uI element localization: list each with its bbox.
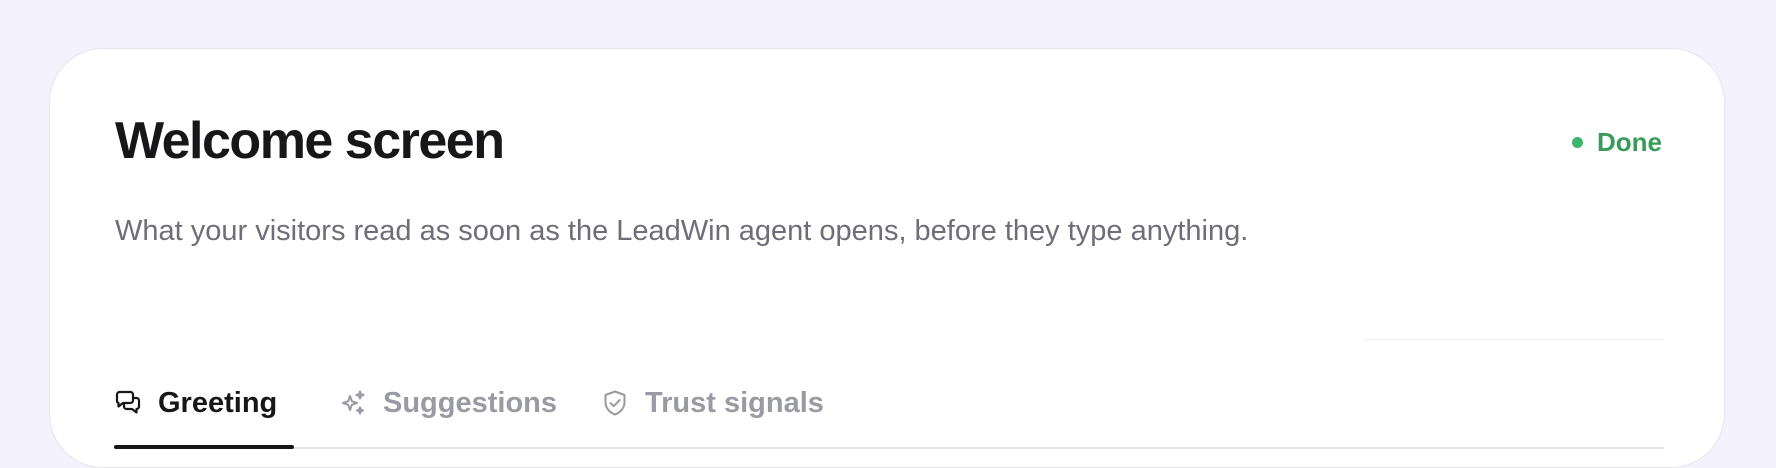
- status-label: Done: [1597, 127, 1662, 157]
- page-description: What your visitors read as soon as the L…: [115, 215, 1249, 247]
- tab-bar: Greeting Suggestions Trust signals: [114, 339, 1664, 449]
- status-badge: Done: [1572, 127, 1662, 158]
- tab-greeting-label: Greeting: [158, 387, 278, 419]
- sparkles-icon: [342, 390, 365, 415]
- tab-trust-signals[interactable]: Trust signals: [601, 339, 824, 447]
- welcome-screen-card: Welcome screen Done What your visitors r…: [49, 48, 1725, 468]
- page-title: Welcome screen: [115, 112, 505, 170]
- status-dot-icon: [1572, 137, 1583, 148]
- shield-check-icon: [604, 390, 626, 416]
- tab-greeting[interactable]: Greeting: [114, 339, 294, 449]
- tab-suggestions-label: Suggestions: [383, 387, 558, 419]
- tab-trust-signals-label: Trust signals: [645, 387, 824, 419]
- chat-bubbles-icon: [115, 390, 141, 414]
- tab-bar-divider: [1364, 339, 1664, 340]
- tab-suggestions[interactable]: Suggestions: [339, 339, 591, 447]
